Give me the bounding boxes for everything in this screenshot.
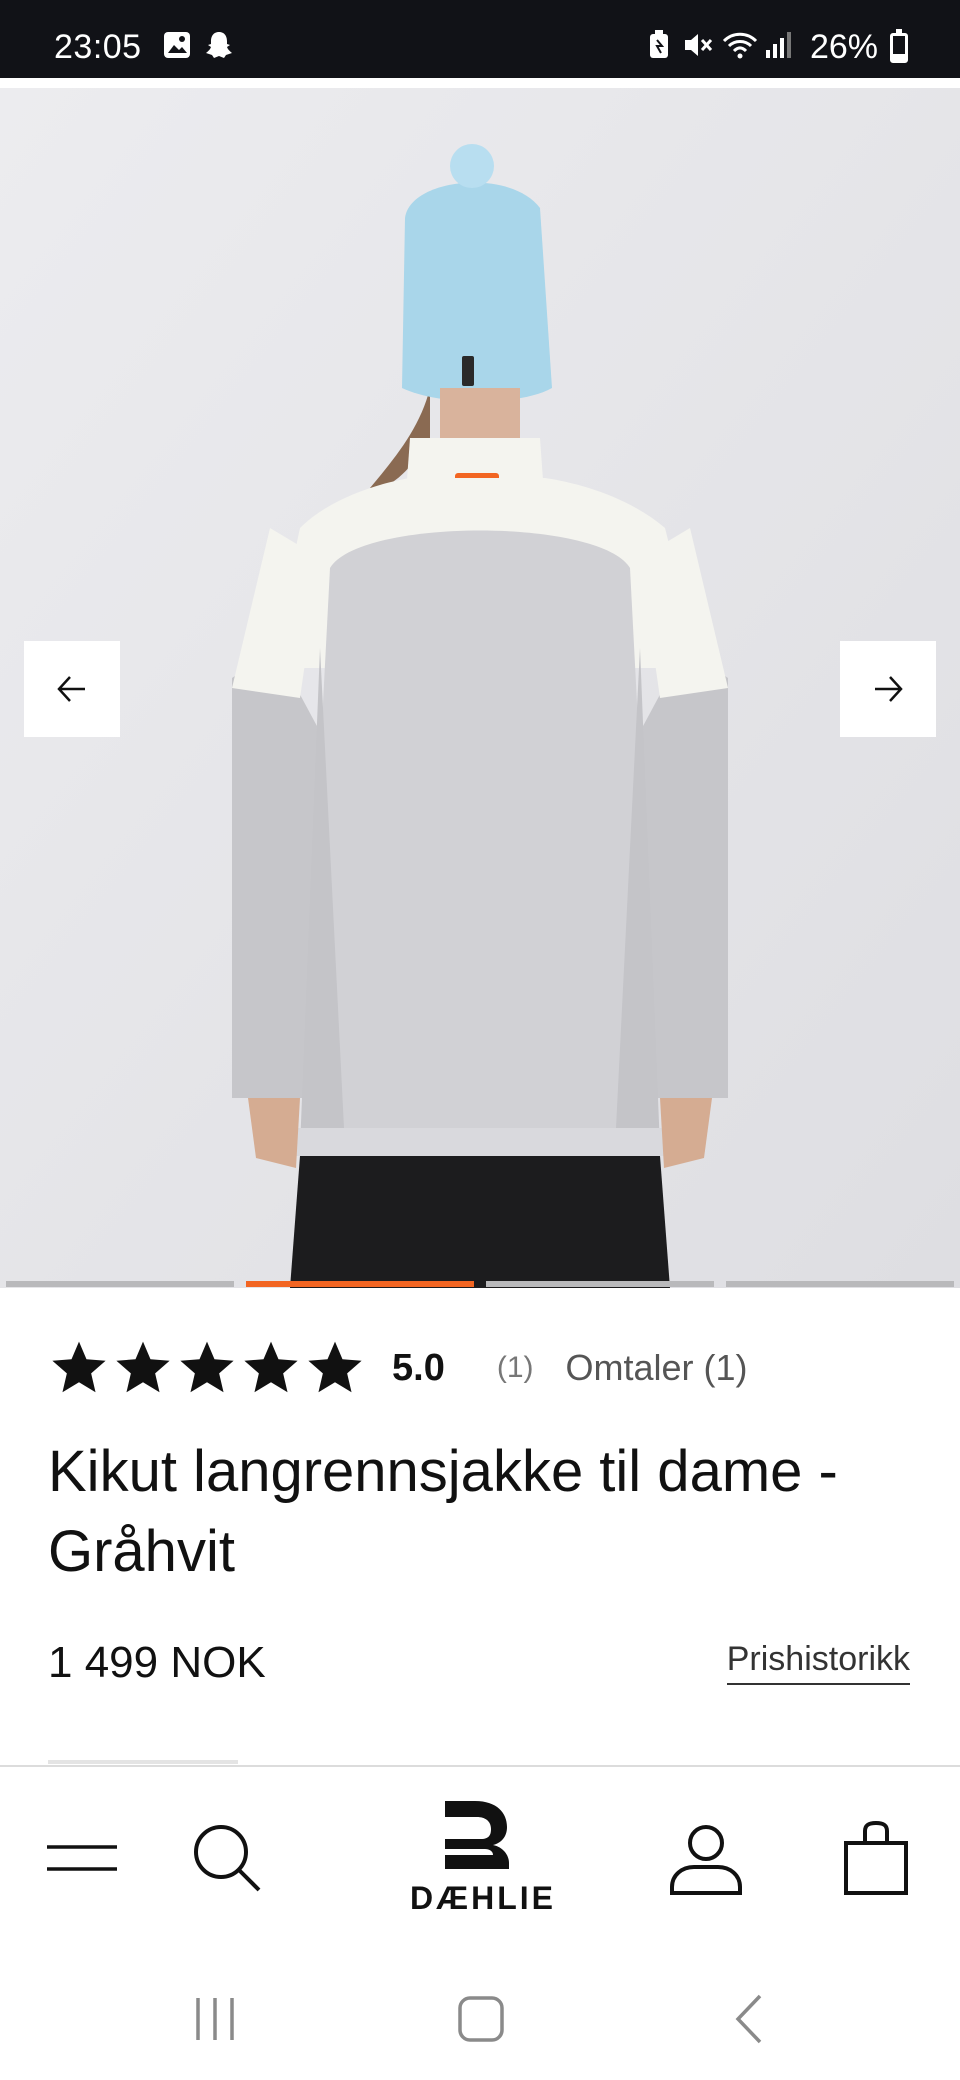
gallery-icon bbox=[164, 32, 190, 58]
price-history-link[interactable]: Prishistorikk bbox=[726, 1640, 910, 1685]
star-icon bbox=[180, 1341, 234, 1393]
battery-icon bbox=[890, 29, 908, 63]
carousel-dot[interactable] bbox=[486, 1281, 714, 1287]
menu-icon bbox=[47, 1845, 117, 1871]
mute-icon bbox=[685, 34, 713, 56]
system-nav-bar bbox=[0, 1940, 960, 2080]
back-button[interactable] bbox=[716, 1984, 786, 2054]
home-icon bbox=[458, 1996, 504, 2042]
recent-apps-icon bbox=[196, 1998, 234, 2040]
section-tab-indicator bbox=[48, 1760, 238, 1764]
signal-icon bbox=[766, 32, 791, 58]
carousel-indicators bbox=[0, 1281, 960, 1288]
product-title: Kikut langrennsjakke til dame - Gråhvit bbox=[48, 1439, 838, 1584]
star-icon bbox=[52, 1341, 106, 1393]
rating-stars bbox=[48, 1337, 366, 1399]
rating-value: 5.0 bbox=[392, 1346, 445, 1389]
carousel-next-button[interactable] bbox=[840, 641, 936, 737]
star-icon bbox=[244, 1341, 298, 1393]
cart-button[interactable] bbox=[840, 1819, 912, 1899]
account-icon bbox=[670, 1825, 742, 1895]
account-button[interactable] bbox=[666, 1819, 746, 1899]
menu-button[interactable] bbox=[44, 1835, 120, 1881]
shopping-bag-icon bbox=[844, 1821, 908, 1895]
reviews-link[interactable]: Omtaler (1) bbox=[566, 1347, 748, 1389]
rating-count: (1) bbox=[496, 1351, 534, 1384]
arrow-right-icon bbox=[875, 676, 903, 702]
top-divider bbox=[0, 78, 960, 88]
home-button[interactable] bbox=[446, 1984, 516, 2054]
carousel-prev-button[interactable] bbox=[24, 641, 120, 737]
search-button[interactable] bbox=[186, 1817, 266, 1897]
daehlie-logo-icon bbox=[445, 1801, 509, 1869]
star-icon bbox=[116, 1341, 170, 1393]
search-icon bbox=[194, 1825, 261, 1892]
logo-wordmark: DÆHLIE bbox=[410, 1880, 556, 1916]
product-price: 1 499 NOK bbox=[48, 1638, 266, 1687]
logo[interactable] bbox=[432, 1795, 518, 1875]
status-bar: 23:05 26% bbox=[0, 0, 960, 78]
carousel-dot-active[interactable] bbox=[246, 1281, 474, 1287]
battery-level: 26% bbox=[809, 28, 878, 66]
back-icon bbox=[735, 1994, 762, 2044]
carousel-dot[interactable] bbox=[726, 1281, 954, 1287]
battery-saver-icon bbox=[650, 30, 668, 58]
product-photo bbox=[0, 88, 960, 1288]
star-icon bbox=[308, 1341, 362, 1393]
product-image[interactable] bbox=[0, 88, 960, 1288]
status-time: 23:05 bbox=[54, 28, 142, 66]
rating-row[interactable]: 5.0 (1) Omtaler (1) bbox=[48, 1336, 748, 1400]
carousel-dot[interactable] bbox=[6, 1281, 234, 1287]
wifi-icon bbox=[722, 32, 758, 59]
arrow-left-icon bbox=[57, 676, 85, 702]
snapchat-icon bbox=[206, 32, 232, 58]
recent-apps-button[interactable] bbox=[180, 1984, 250, 2054]
